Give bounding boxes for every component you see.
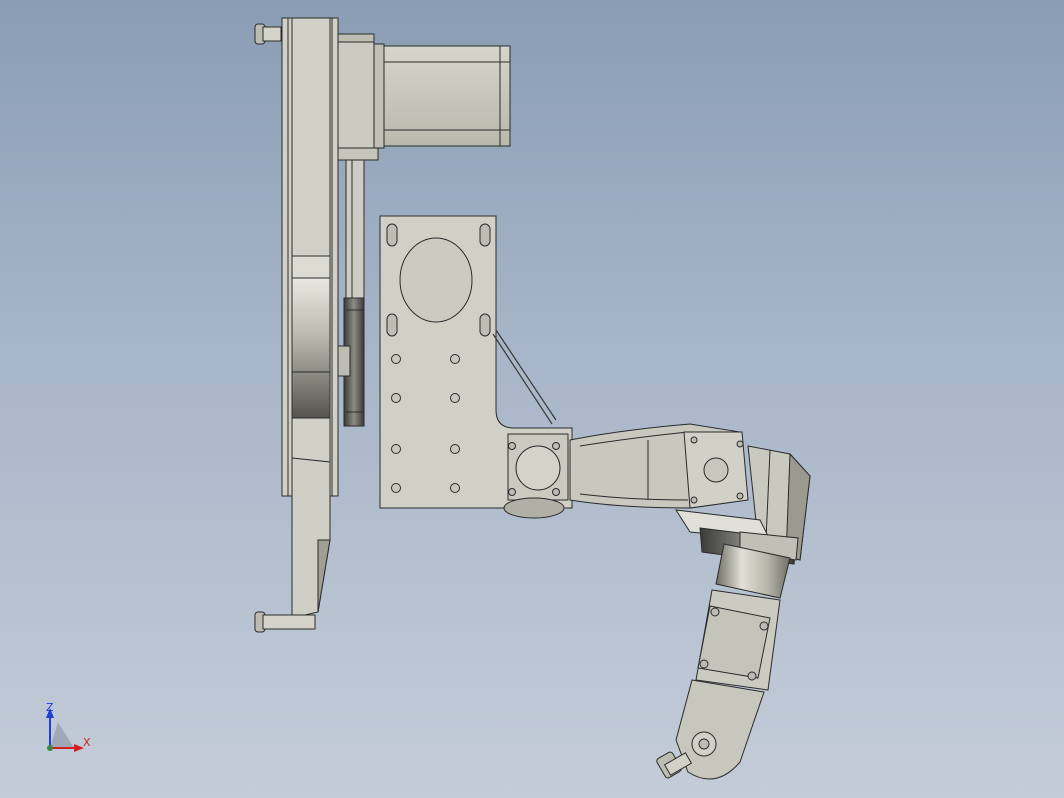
plate-hole [450, 393, 460, 403]
plate-slot [386, 223, 398, 247]
plate-hole [450, 483, 460, 493]
shoulder-hub [337, 297, 365, 427]
plate-hole [391, 354, 401, 364]
orientation-triad: Z X [46, 701, 91, 752]
lower-housing [291, 457, 331, 619]
triad-plane [50, 722, 74, 748]
plate-slot [479, 223, 491, 247]
plate-hole [391, 444, 401, 454]
mounting-plate[interactable] [379, 215, 573, 509]
plate-hole [391, 483, 401, 493]
cable [492, 329, 557, 425]
plate-oval-cutout [399, 237, 473, 323]
cad-viewport[interactable]: Z X [0, 0, 1064, 798]
triad-z-label: Z [46, 701, 54, 714]
bottom-leveling-foot[interactable] [254, 611, 316, 633]
forearm-cover [697, 605, 771, 679]
triad-origin [47, 745, 53, 751]
plate-hole [391, 393, 401, 403]
top-leveling-foot[interactable] [254, 23, 282, 45]
plate-slot [386, 313, 398, 337]
column-drum [291, 277, 331, 419]
top-servo-motor[interactable] [337, 33, 511, 161]
triad-x-label: X [83, 736, 91, 749]
end-effector[interactable] [656, 751, 693, 779]
plate-hole [450, 354, 460, 364]
base-column[interactable] [254, 17, 339, 633]
plate-hole [450, 444, 460, 454]
plate-slot [479, 313, 491, 337]
